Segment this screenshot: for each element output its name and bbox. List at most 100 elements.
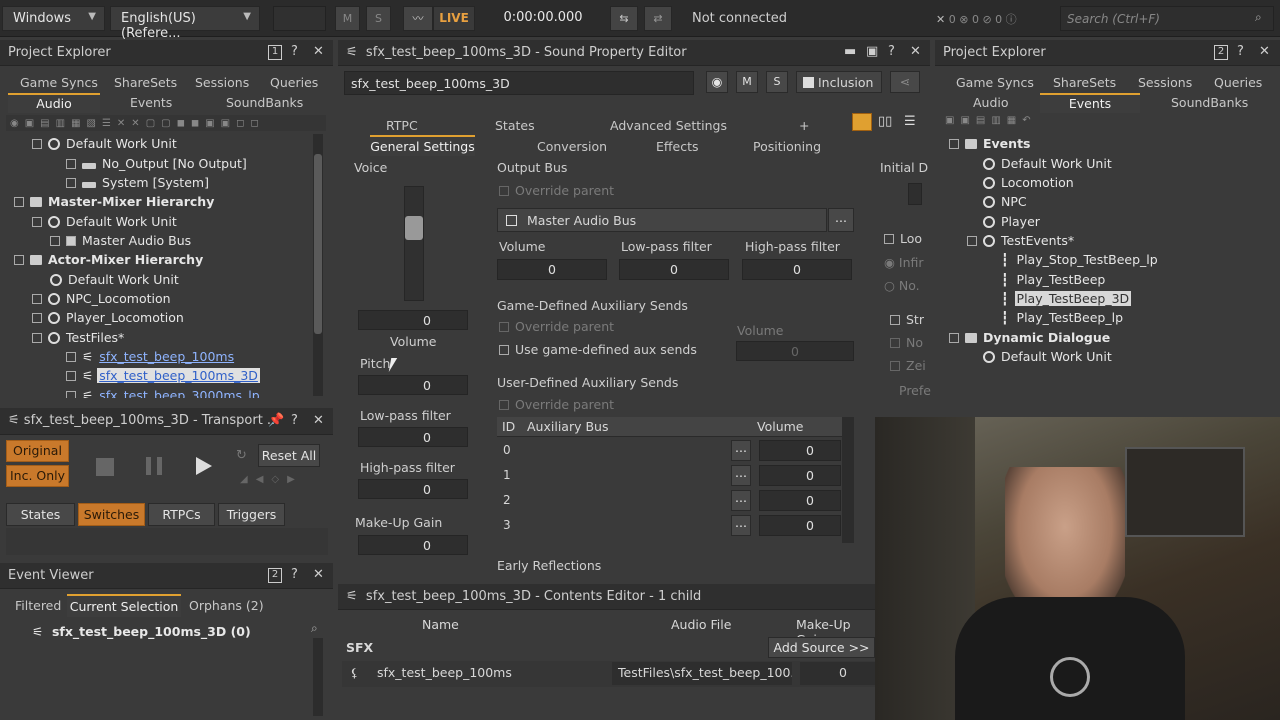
radio-icon[interactable]: ○ xyxy=(884,278,895,293)
checkbox-icon[interactable] xyxy=(499,186,509,196)
scrollbar[interactable] xyxy=(842,417,854,543)
help-icon[interactable]: ? xyxy=(291,567,298,582)
source-file[interactable]: TestFiles\sfx_test_beep_100... xyxy=(612,662,792,685)
row-volume[interactable]: 0 xyxy=(759,515,841,536)
pin-badge[interactable]: 2 xyxy=(268,568,282,583)
browse-button[interactable]: ... xyxy=(828,208,854,232)
tab-queries[interactable]: Queries xyxy=(270,75,318,90)
tree-item[interactable]: Master-Mixer Hierarchy xyxy=(14,192,214,211)
connect-icon[interactable]: ⇆ xyxy=(610,6,638,31)
help-icon[interactable]: ? xyxy=(888,44,895,59)
tree-item[interactable]: TestFiles* xyxy=(32,328,124,347)
solo-button[interactable]: S xyxy=(366,6,391,31)
browse-button[interactable]: ... xyxy=(731,440,751,461)
scrollbar[interactable] xyxy=(313,638,323,716)
pitch-value[interactable]: 0 xyxy=(358,375,468,395)
checkbox-icon[interactable] xyxy=(499,345,509,355)
tab-soundbanks[interactable]: SoundBanks xyxy=(226,95,303,110)
expand-icon[interactable] xyxy=(32,217,42,227)
no-of-loops-option[interactable]: ○ No. xyxy=(884,278,920,293)
tab-sharesets[interactable]: ShareSets xyxy=(1053,75,1116,90)
layout-stack-icon[interactable]: ☰ xyxy=(904,114,916,129)
tab-audio[interactable]: Audio xyxy=(973,95,1009,110)
stop-icon[interactable] xyxy=(96,458,114,476)
tree-item[interactable]: No_Output [No Output] xyxy=(66,154,247,173)
help-icon[interactable]: ? xyxy=(291,413,298,428)
loop-option[interactable]: Loo xyxy=(884,231,922,246)
toolbar-icons[interactable]: ◉▣▤▥▦▧☰✕✕▢▢◼◼▣▣◻◻ xyxy=(6,118,265,129)
tree-item[interactable]: Default Work Unit xyxy=(50,270,179,289)
row-volume[interactable]: 0 xyxy=(759,465,841,486)
expand-icon[interactable] xyxy=(32,294,42,304)
non-cachable-option[interactable]: No xyxy=(890,335,923,350)
output-bus-field[interactable]: Master Audio Bus xyxy=(497,208,827,232)
close-icon[interactable]: ✕ xyxy=(936,13,945,26)
add-source-button[interactable]: Add Source >> xyxy=(768,637,875,658)
row-volume[interactable]: 0 xyxy=(759,490,841,511)
solo-button[interactable]: S xyxy=(766,71,788,93)
live-button[interactable]: LIVE xyxy=(433,6,475,31)
initial-delay-field[interactable] xyxy=(908,183,922,205)
expand-icon[interactable] xyxy=(967,236,977,246)
tab-soundbanks[interactable]: SoundBanks xyxy=(1171,95,1248,110)
language-dropdown[interactable]: English(US) (Refere... ▼ xyxy=(110,6,260,41)
checkbox-icon[interactable] xyxy=(884,234,894,244)
close-icon[interactable]: ✕ xyxy=(910,44,921,59)
stream-option[interactable]: Str xyxy=(890,312,924,327)
tab-current-selection[interactable]: Current Selection xyxy=(67,594,181,617)
platform-box[interactable] xyxy=(273,6,326,31)
checkbox-icon[interactable] xyxy=(66,178,76,188)
lpf-value[interactable]: 0 xyxy=(358,427,468,447)
loop-icon[interactable]: ↻ xyxy=(236,448,247,463)
tree-item[interactable]: NPC_Locomotion xyxy=(32,289,171,308)
radio-icon[interactable]: ◉ xyxy=(884,255,895,270)
tab-general-settings[interactable]: General Settings xyxy=(370,135,475,156)
checkbox-icon[interactable] xyxy=(66,391,76,398)
tab-events[interactable]: Events xyxy=(130,95,172,110)
tree-item[interactable]: TestEvents* xyxy=(967,231,1074,250)
inc-only-button[interactable]: Inc. Only xyxy=(6,465,69,487)
tree-item[interactable]: Events xyxy=(949,134,1030,153)
reset-all-button[interactable]: Reset All xyxy=(258,444,320,467)
tree-item[interactable]: ⚟ sfx_test_beep_3000ms_lp xyxy=(66,386,260,398)
browse-button[interactable]: ... xyxy=(731,490,751,511)
folder-icon[interactable]: ▬ xyxy=(844,44,856,59)
tree-item-selected[interactable]: ⚟ sfx_test_beep_100ms_3D xyxy=(66,366,260,385)
layout-single-icon[interactable] xyxy=(852,113,872,131)
tree-item[interactable]: System [System] xyxy=(66,173,209,192)
tree-item[interactable]: Default Work Unit xyxy=(32,212,177,231)
tab-states[interactable]: States xyxy=(495,118,535,133)
tree-item[interactable]: Player_Locomotion xyxy=(32,308,184,327)
tab-effects[interactable]: Effects xyxy=(656,139,699,154)
tab-queries[interactable]: Queries xyxy=(1214,75,1262,90)
volume-fader[interactable] xyxy=(404,186,424,301)
tab-conversion[interactable]: Conversion xyxy=(537,139,607,154)
event-item[interactable]: ⚟ sfx_test_beep_100ms_3D (0) xyxy=(32,624,251,639)
tab-rtpc[interactable]: RTPC xyxy=(386,118,418,133)
source-makeup[interactable]: 0 xyxy=(800,662,875,685)
browse-button[interactable]: ... xyxy=(731,465,751,486)
expand-icon[interactable] xyxy=(32,313,42,323)
explorer-toolbar-icons[interactable]: ▣▣▤▥▦↶ xyxy=(941,115,1061,131)
tab-orphans[interactable]: Orphans (2) xyxy=(189,598,264,613)
table-row[interactable]: 0... 0 xyxy=(497,438,843,463)
tab-add[interactable]: + xyxy=(799,118,809,133)
tab-audio[interactable]: Audio xyxy=(8,93,100,113)
expand-icon[interactable] xyxy=(32,333,42,343)
tree-item[interactable]: Player xyxy=(983,212,1040,231)
checkbox-checked-icon[interactable] xyxy=(803,77,814,88)
save-icon[interactable]: ▣ xyxy=(866,44,878,59)
tab-switches[interactable]: Switches xyxy=(78,503,145,526)
search-input[interactable]: Search (Ctrl+F) xyxy=(1060,6,1274,31)
table-row[interactable]: 1... 0 xyxy=(497,463,843,488)
override-user-aux[interactable]: Override parent xyxy=(499,397,614,412)
pause-icon[interactable] xyxy=(146,457,162,475)
object-name-field[interactable]: sfx_test_beep_100ms_3D xyxy=(344,71,694,95)
layout-split-icon[interactable]: ▯▯ xyxy=(878,114,892,129)
volume-value[interactable]: 0 xyxy=(358,310,468,330)
original-button[interactable]: Original xyxy=(6,440,69,462)
bus-volume-value[interactable]: 0 xyxy=(497,259,607,280)
pin-badge[interactable]: 2 xyxy=(1214,45,1228,60)
inclusion-toggle[interactable]: Inclusion xyxy=(796,71,882,93)
tree-item[interactable]: NPC xyxy=(983,192,1027,211)
